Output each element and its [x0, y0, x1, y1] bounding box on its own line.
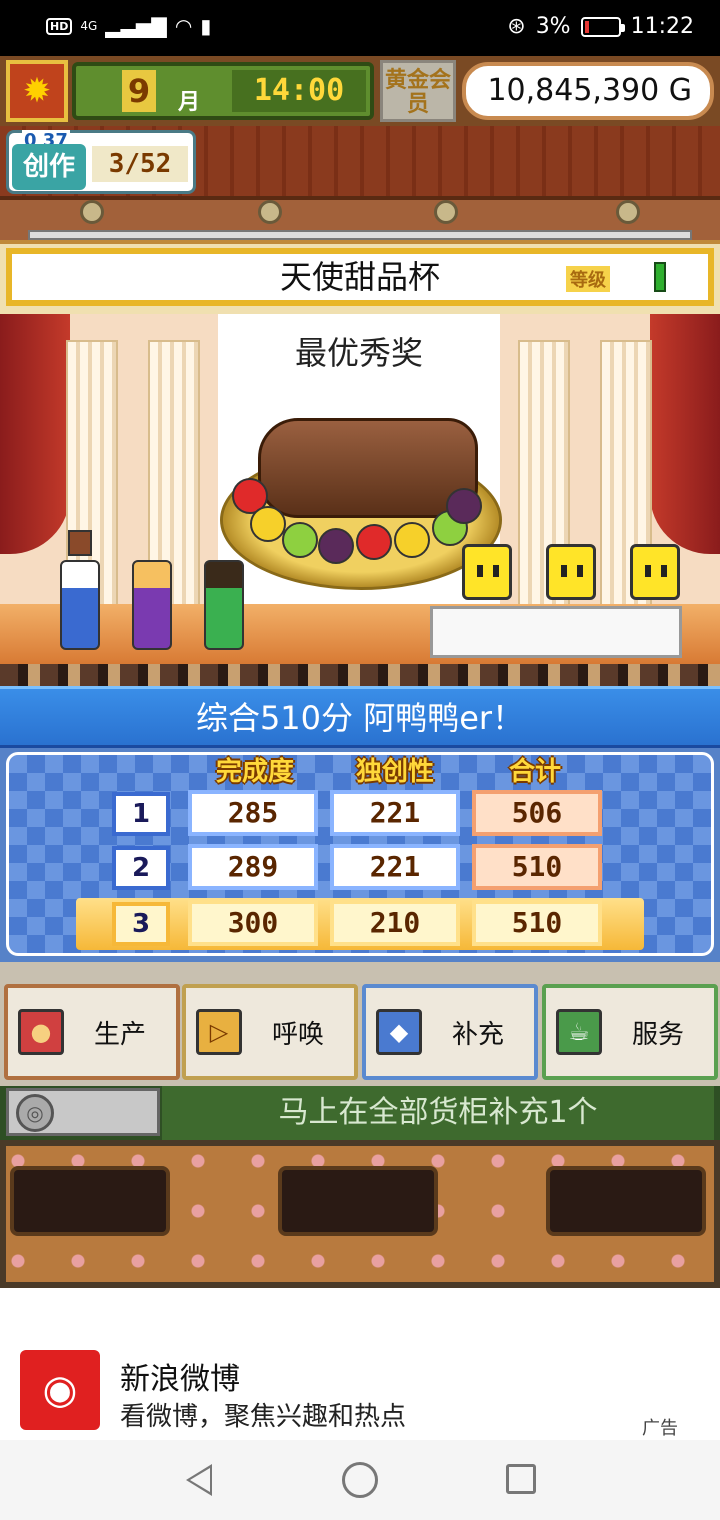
- lamp-icon: [434, 200, 458, 224]
- score-cell: 210: [330, 900, 460, 946]
- contest-title: 天使甜品杯: [279, 258, 440, 296]
- display-shelf[interactable]: [278, 1166, 438, 1236]
- level-indicator: [654, 262, 666, 292]
- judge-character: [462, 544, 512, 600]
- month-label: 月: [178, 90, 201, 115]
- ad-subtitle[interactable]: 看微博，聚焦兴趣和热点: [120, 1396, 406, 1433]
- create-label: 创作: [12, 144, 86, 190]
- hd-icon: HD: [46, 17, 73, 35]
- create-count: 3/52: [92, 146, 188, 182]
- judges-table: [430, 606, 682, 658]
- column-header-total: 合计: [508, 757, 561, 787]
- curtain-left: [0, 314, 70, 554]
- staff-character: [204, 560, 244, 650]
- staff-character: [132, 560, 172, 650]
- autumn-leaf-icon[interactable]: ✹: [6, 60, 68, 122]
- kiwi-icon: [282, 522, 318, 558]
- produce-button[interactable]: ● 生产: [4, 984, 180, 1080]
- status-bar: HD 4G ▂▃▅▇ ◠ ▮ ⊛ 3% 11:22: [0, 0, 720, 56]
- clock: 11:22: [630, 14, 694, 39]
- lamp-icon: [616, 200, 640, 224]
- pineapple-icon: [394, 522, 430, 558]
- battery-icon: [580, 16, 625, 37]
- month-number: 9: [122, 70, 156, 112]
- award-title: 最优秀奖: [294, 334, 423, 372]
- grape-icon: [318, 528, 354, 564]
- service-label: 服务: [631, 1019, 684, 1050]
- judge-character: [630, 544, 680, 600]
- strawberry-icon: [356, 524, 392, 560]
- back-icon-inner: [190, 1468, 210, 1492]
- lamp-icon: [258, 200, 282, 224]
- rank-1: 1: [112, 792, 170, 836]
- money-display: 10,845,390 G: [462, 62, 714, 120]
- game-time: 14:00: [232, 70, 366, 112]
- status-left: HD 4G ▂▃▅▇ ◠ ▮: [46, 14, 211, 38]
- recent-apps-icon[interactable]: [506, 1464, 536, 1494]
- cake-icon: ◆: [376, 1009, 422, 1055]
- service-button[interactable]: ☕ 服务: [542, 984, 718, 1080]
- score-cell: 221: [330, 790, 460, 836]
- call-label: 呼唤: [271, 1019, 324, 1050]
- pineapple-icon: [250, 506, 286, 542]
- produce-label: 生产: [93, 1019, 146, 1050]
- score-cell: 221: [330, 844, 460, 890]
- ad-title[interactable]: 新浪微博: [120, 1354, 240, 1398]
- score-headline: 综合510分 阿鸭鸭er！: [0, 686, 720, 748]
- score-cell-total: 510: [472, 900, 602, 946]
- megaphone-icon: ▷: [196, 1009, 242, 1055]
- score-cell: 289: [188, 844, 318, 890]
- coin-icon: ◎: [16, 1094, 54, 1132]
- gold-member-badge[interactable]: 黄金会员: [380, 60, 456, 122]
- coffee-cup-icon: ☕: [556, 1009, 602, 1055]
- network-label: 4G: [80, 19, 98, 33]
- wifi-icon: ◠: [174, 14, 193, 38]
- log-cake: [258, 418, 478, 518]
- rank-3: 3: [112, 902, 170, 946]
- chef-character: [60, 560, 100, 650]
- score-cell-total: 506: [472, 790, 602, 836]
- score-cell: 285: [188, 790, 318, 836]
- trophy-icon: [68, 530, 92, 556]
- audience-row: [0, 664, 720, 686]
- bread-icon: ●: [18, 1009, 64, 1055]
- sim-icon: ▮: [200, 14, 212, 38]
- ad-tag: 广告: [642, 1418, 678, 1439]
- judge-character: [546, 544, 596, 600]
- restock-label: 补充: [451, 1019, 504, 1050]
- score-cell-total: 510: [472, 844, 602, 890]
- rank-2: 2: [112, 846, 170, 890]
- display-shelf[interactable]: [546, 1166, 706, 1236]
- column-header-completion: 完成度: [215, 757, 294, 787]
- weibo-logo-icon[interactable]: ◉: [20, 1350, 100, 1430]
- data-saver-icon: ⊛: [507, 14, 526, 39]
- column-header-originality: 独创性: [355, 757, 434, 787]
- curtain-right: [650, 314, 720, 554]
- display-shelf[interactable]: [10, 1166, 170, 1236]
- call-button[interactable]: ▷ 呼唤: [182, 984, 358, 1080]
- grape-icon: [446, 488, 482, 524]
- home-icon[interactable]: [342, 1462, 378, 1498]
- score-cell: 300: [188, 900, 318, 946]
- level-badge: 等级: [566, 266, 610, 292]
- battery-percent: 3%: [535, 14, 571, 39]
- signal-icon: ▂▃▅▇: [105, 14, 167, 38]
- lamp-icon: [80, 200, 104, 224]
- info-message: 马上在全部货柜补充1个: [162, 1086, 714, 1140]
- status-right: ⊛ 3% 11:22: [507, 14, 694, 39]
- rail: [28, 230, 692, 240]
- restock-button[interactable]: ◆ 补充: [362, 984, 538, 1080]
